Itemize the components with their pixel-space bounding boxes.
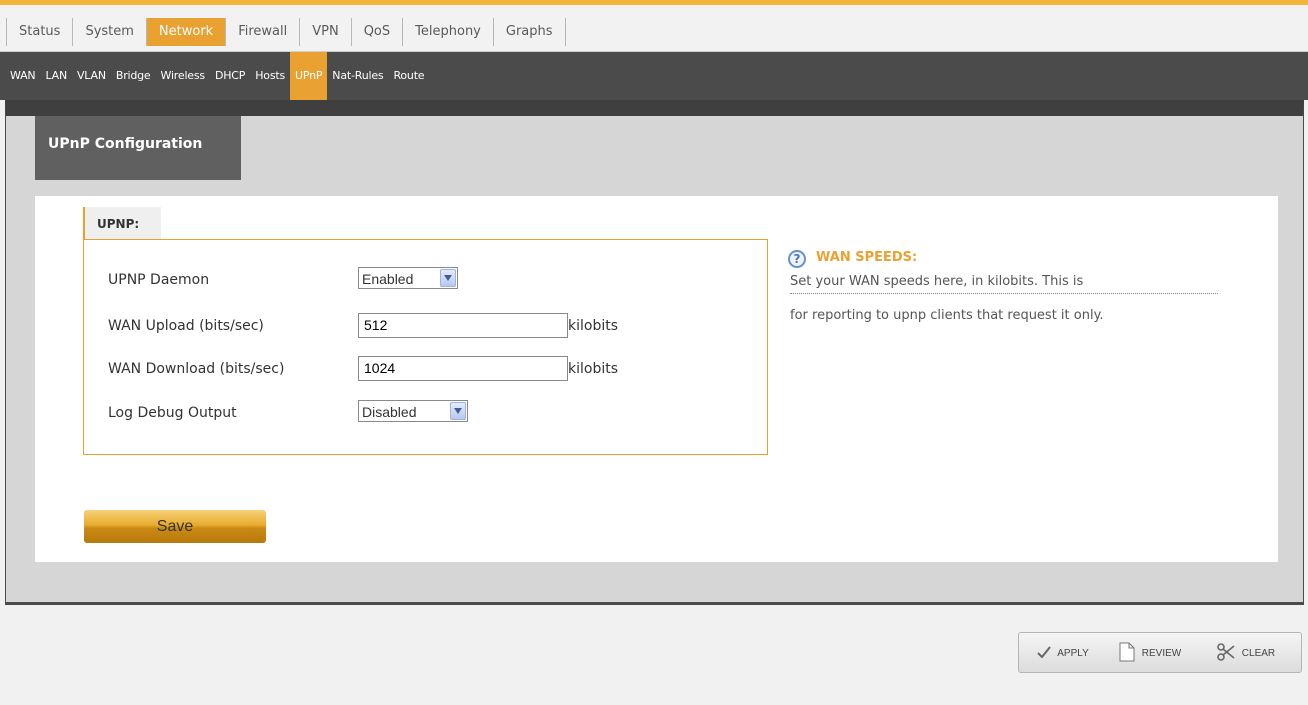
clear-button[interactable]: CLEAR <box>1217 643 1275 664</box>
footer-actions-bar: APPLY REVIEW CLEAR <box>1018 632 1302 673</box>
chevron-down-icon <box>450 402 466 420</box>
main-nav-item-qos[interactable]: QoS <box>352 18 404 46</box>
fieldset-legend: UPNP: <box>83 207 161 239</box>
log-debug-label: Log Debug Output <box>108 405 237 421</box>
main-nav-item-network[interactable]: Network <box>146 18 227 46</box>
main-nav-item-vpn[interactable]: VPN <box>300 18 352 46</box>
help-text-line-2: for reporting to upnp clients that reque… <box>790 308 1104 323</box>
sub-nav-item-wireless[interactable]: Wireless <box>156 52 210 100</box>
log-debug-value: Disabled <box>362 404 417 420</box>
help-title: WAN SPEEDS: <box>816 250 918 265</box>
upnp-daemon-value: Enabled <box>362 271 414 287</box>
wan-download-unit: kilobits <box>568 361 619 377</box>
wan-upload-unit: kilobits <box>568 318 619 334</box>
help-text-line-1: Set your WAN speeds here, in kilobits. T… <box>790 274 1218 294</box>
sub-nav-item-lan[interactable]: LAN <box>40 52 72 100</box>
document-icon <box>1119 642 1135 665</box>
scissors-icon <box>1217 643 1235 664</box>
sub-nav-item-bridge[interactable]: Bridge <box>111 52 156 100</box>
chevron-down-icon <box>440 269 456 287</box>
upnp-fieldset: UPNP Daemon Enabled WAN Upload (bits/sec… <box>83 239 768 455</box>
sub-nav-item-upnp[interactable]: UPnP <box>290 52 328 100</box>
sub-navigation: WAN LAN VLAN Bridge Wireless DHCP Hosts … <box>0 52 1308 100</box>
wan-upload-label: WAN Upload (bits/sec) <box>108 318 264 334</box>
config-panel: UPNP: UPNP Daemon Enabled WAN Upload (bi… <box>35 196 1278 562</box>
upnp-daemon-select[interactable]: Enabled <box>358 267 458 289</box>
wan-upload-input[interactable] <box>358 313 568 338</box>
apply-button[interactable]: APPLY <box>1037 646 1089 661</box>
sub-nav-item-route[interactable]: Route <box>388 52 429 100</box>
main-nav-item-telephony[interactable]: Telephony <box>403 18 494 46</box>
question-circle-icon: ? <box>788 250 806 268</box>
main-nav-item-status[interactable]: Status <box>6 18 74 46</box>
checkmark-icon <box>1037 646 1051 661</box>
review-label: REVIEW <box>1141 648 1182 660</box>
sub-nav-item-hosts[interactable]: Hosts <box>250 52 290 100</box>
sub-nav-item-dhcp[interactable]: DHCP <box>210 52 250 100</box>
review-button[interactable]: REVIEW <box>1119 642 1181 665</box>
main-nav-item-system[interactable]: System <box>73 18 147 46</box>
sub-nav-item-wan[interactable]: WAN <box>5 52 40 100</box>
save-button[interactable]: Save <box>84 510 266 543</box>
log-debug-select[interactable]: Disabled <box>358 400 468 422</box>
sub-nav-item-nat-rules[interactable]: Nat-Rules <box>327 52 388 100</box>
upnp-daemon-label: UPNP Daemon <box>108 272 210 288</box>
upnp-daemon-row: UPNP Daemon Enabled <box>108 267 708 296</box>
content-frame: UPnP Configuration UPNP: UPNP Daemon Ena… <box>5 100 1304 605</box>
main-nav-item-graphs[interactable]: Graphs <box>494 18 566 46</box>
main-nav-item-firewall[interactable]: Firewall <box>226 18 301 46</box>
wan-download-input[interactable] <box>358 356 568 381</box>
main-navigation: Status System Network Firewall VPN QoS T… <box>0 5 1308 52</box>
wan-download-label: WAN Download (bits/sec) <box>108 361 285 377</box>
apply-label: APPLY <box>1057 648 1089 660</box>
log-debug-row: Log Debug Output Disabled <box>108 400 708 429</box>
sub-nav-item-vlan[interactable]: VLAN <box>72 52 111 100</box>
clear-label: CLEAR <box>1241 648 1276 660</box>
section-title-tab: UPnP Configuration <box>35 116 241 180</box>
wan-download-row: WAN Download (bits/sec) kilobits <box>108 356 758 385</box>
wan-upload-row: WAN Upload (bits/sec) kilobits <box>108 313 758 342</box>
